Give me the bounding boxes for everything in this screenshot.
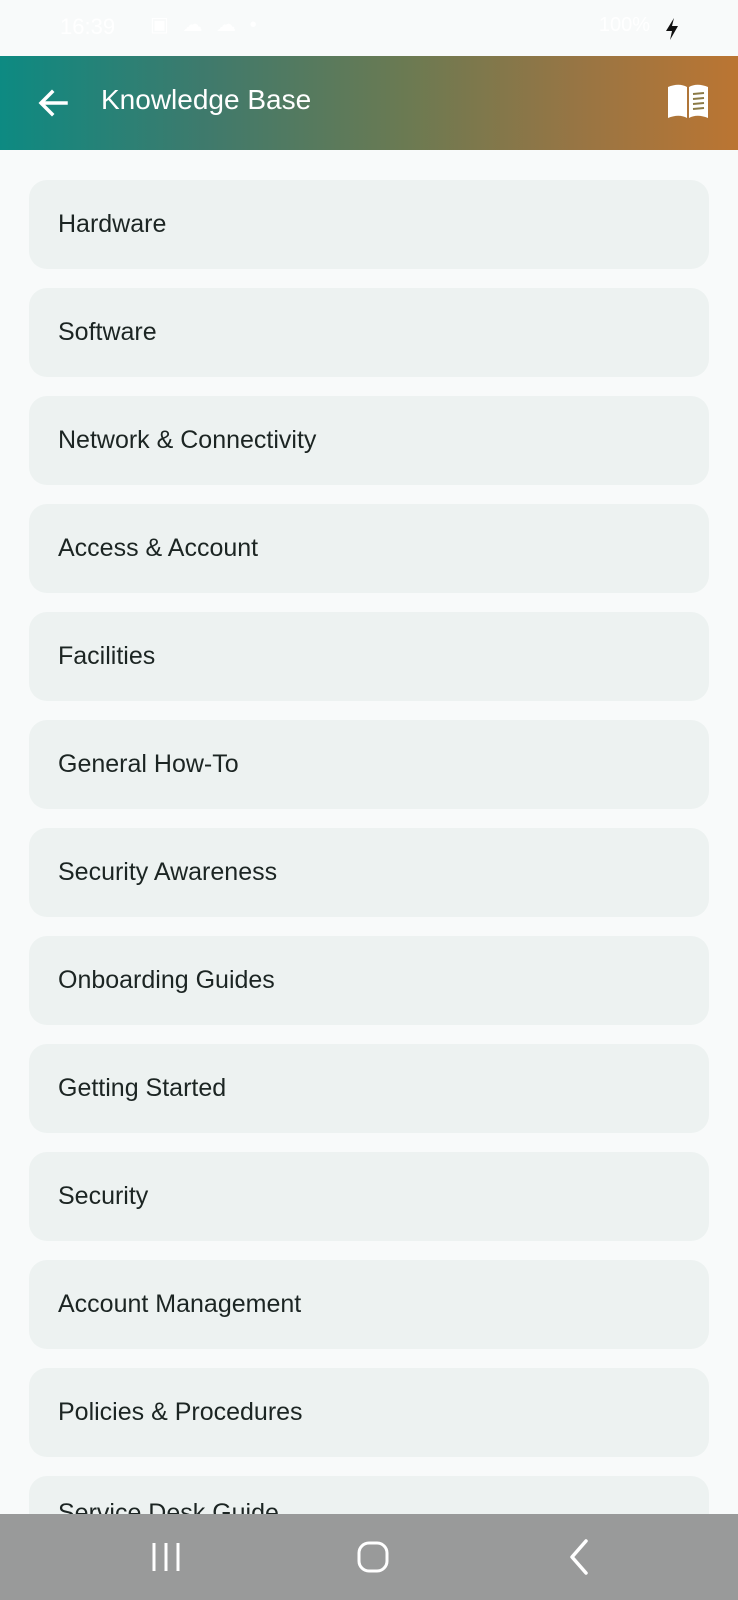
app-bar: Knowledge Base (0, 56, 738, 150)
category-label: Security Awareness (58, 858, 278, 886)
category-label: Software (58, 318, 157, 346)
category-list: Hardware Software Network & Connectivity… (29, 180, 709, 1535)
category-label: Onboarding Guides (58, 966, 275, 994)
category-item-software[interactable]: Software (29, 288, 709, 377)
category-item-security[interactable]: Security (29, 1152, 709, 1241)
category-label: Hardware (58, 210, 167, 238)
recents-icon[interactable] (136, 1530, 196, 1584)
category-item-facilities[interactable]: Facilities (29, 612, 709, 701)
book-icon[interactable] (666, 82, 710, 122)
category-item-network-connectivity[interactable]: Network & Connectivity (29, 396, 709, 485)
arrow-left-icon[interactable] (30, 80, 76, 126)
page-title: Knowledge Base (101, 84, 312, 115)
category-item-access-account[interactable]: Access & Account (29, 504, 709, 593)
category-label: Access & Account (58, 534, 259, 562)
category-label: Account Management (58, 1290, 302, 1318)
category-item-security-awareness[interactable]: Security Awareness (29, 828, 709, 917)
category-label: Security (58, 1182, 149, 1210)
category-label: Policies & Procedures (58, 1398, 303, 1426)
notification-icons: ▣ ☁ ☁ • (150, 14, 261, 36)
category-label: Getting Started (58, 1074, 227, 1102)
charging-icon (666, 18, 678, 40)
status-bar: 16:39 ▣ ☁ ☁ • 100% (0, 0, 738, 56)
status-time: 16:39 (60, 14, 116, 39)
category-item-getting-started[interactable]: Getting Started (29, 1044, 709, 1133)
battery-percentage: 100% (598, 14, 650, 36)
home-icon[interactable] (343, 1530, 403, 1584)
category-item-hardware[interactable]: Hardware (29, 180, 709, 269)
category-item-policies-procedures[interactable]: Policies & Procedures (29, 1368, 709, 1457)
category-item-onboarding-guides[interactable]: Onboarding Guides (29, 936, 709, 1025)
category-label: General How-To (58, 750, 239, 778)
category-label: Network & Connectivity (58, 426, 317, 454)
nav-back-icon[interactable] (550, 1530, 610, 1584)
category-label: Facilities (58, 642, 156, 670)
category-item-service-desk-guide[interactable]: Service Desk Guide (29, 1476, 709, 1516)
system-nav-bar (0, 1514, 738, 1600)
category-item-general-how-to[interactable]: General How-To (29, 720, 709, 809)
category-item-account-management[interactable]: Account Management (29, 1260, 709, 1349)
